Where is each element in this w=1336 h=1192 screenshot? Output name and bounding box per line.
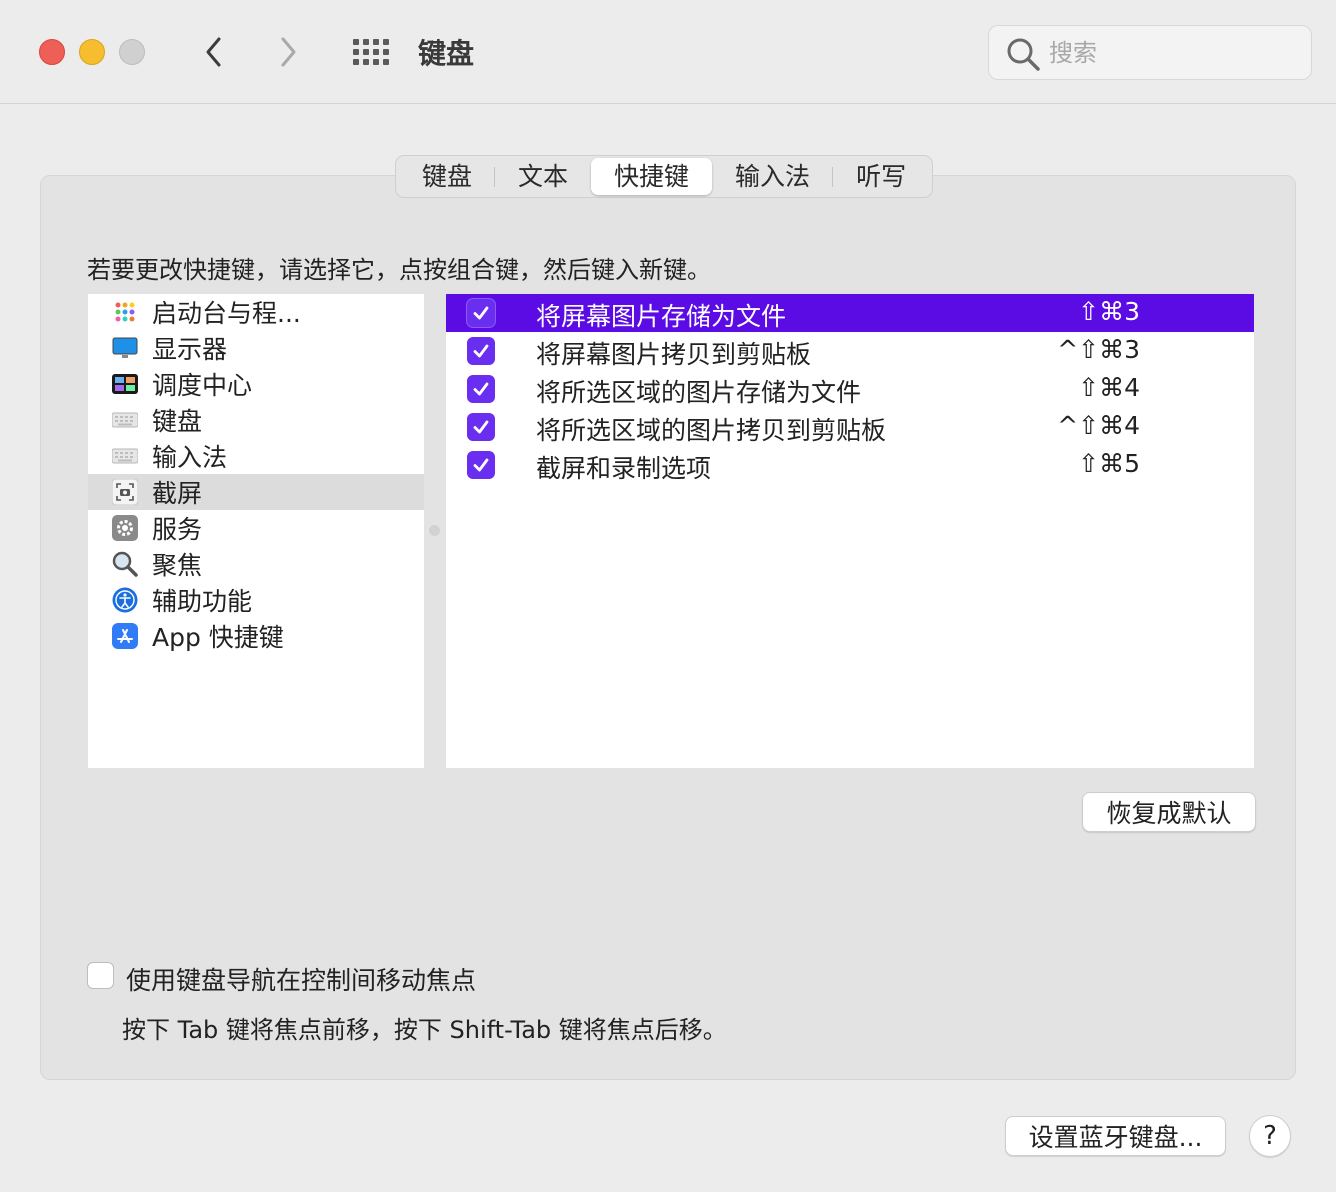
- display-icon: [112, 337, 138, 358]
- accessibility-icon: [112, 587, 138, 613]
- shortcut-keys[interactable]: ^⇧⌘4: [1057, 411, 1140, 440]
- restore-defaults-button[interactable]: 恢复成默认: [1082, 792, 1256, 832]
- split-view-divider-handle[interactable]: [429, 525, 440, 536]
- show-all-grid-icon[interactable]: [350, 36, 390, 68]
- checkmark-icon: [473, 420, 489, 434]
- checkmark-icon: [473, 344, 489, 358]
- category-label: 辅助功能: [152, 587, 253, 616]
- category-label: 截屏: [152, 479, 203, 508]
- keyboard-navigation-hint: 按下 Tab 键将焦点前移，按下 Shift-Tab 键将焦点后移。: [122, 1016, 727, 1044]
- services-gear-icon: [112, 515, 138, 541]
- shortcut-keys[interactable]: ⇧⌘4: [1078, 373, 1140, 402]
- category-label: 显示器: [152, 335, 228, 364]
- category-item-launchpad[interactable]: 启动台与程...: [88, 294, 424, 330]
- keyboard-icon: [112, 412, 138, 428]
- category-item-services[interactable]: 服务: [88, 510, 424, 546]
- category-item-screenshots[interactable]: 截屏: [88, 474, 424, 510]
- app-store-icon: [112, 623, 138, 649]
- tab-keyboard[interactable]: 键盘: [399, 158, 496, 195]
- shortcut-name: 将所选区域的图片存储为文件: [536, 378, 862, 407]
- minimize-button[interactable]: [79, 39, 105, 65]
- shortcut-name: 将屏幕图片拷贝到剪贴板: [536, 340, 812, 369]
- instruction-text: 若要更改快捷键，请选择它，点按组合键，然后键入新键。: [87, 256, 711, 284]
- close-button[interactable]: [39, 39, 65, 65]
- search-field[interactable]: [988, 25, 1312, 80]
- chevron-right-icon: [281, 37, 296, 67]
- category-item-input-sources[interactable]: 输入法: [88, 438, 424, 474]
- checkmark-icon: [473, 458, 489, 472]
- shortcut-name: 将所选区域的图片拷贝到剪贴板: [536, 416, 887, 445]
- category-list[interactable]: 启动台与程... 显示器 调度中心 键盘 输入法 截屏 服务 聚焦 辅助功能 A…: [88, 294, 424, 768]
- screenshot-icon: [112, 479, 138, 505]
- input-method-icon: [112, 448, 138, 464]
- help-button[interactable]: ?: [1249, 1115, 1291, 1157]
- launchpad-icon: [115, 302, 135, 322]
- category-item-keyboard[interactable]: 键盘: [88, 402, 424, 438]
- category-item-mission-control[interactable]: 调度中心: [88, 366, 424, 402]
- category-item-spotlight[interactable]: 聚焦: [88, 546, 424, 582]
- shortcut-row[interactable]: 将所选区域的图片拷贝到剪贴板 ^⇧⌘4: [446, 408, 1254, 446]
- category-label: 输入法: [152, 443, 228, 472]
- keyboard-navigation-label[interactable]: 使用键盘导航在控制间移动焦点: [126, 961, 476, 997]
- tab-input-sources[interactable]: 输入法: [712, 158, 834, 195]
- category-label: 键盘: [152, 407, 203, 436]
- shortcut-list[interactable]: 将屏幕图片存储为文件 ⇧⌘3 将屏幕图片拷贝到剪贴板 ^⇧⌘3 将所选区域的图片…: [446, 294, 1254, 768]
- category-label: App 快捷键: [152, 623, 284, 652]
- tab-shortcuts[interactable]: 快捷键: [591, 158, 713, 195]
- window-title: 键盘: [418, 37, 475, 70]
- zoom-button[interactable]: [119, 39, 145, 65]
- search-icon: [1007, 38, 1040, 71]
- category-item-accessibility[interactable]: 辅助功能: [88, 582, 424, 618]
- category-label: 调度中心: [152, 371, 253, 400]
- title-bar: 键盘: [0, 0, 1336, 104]
- shortcut-name: 将屏幕图片存储为文件: [536, 302, 787, 331]
- shortcut-keys[interactable]: ⇧⌘5: [1078, 449, 1140, 478]
- tab-dictation[interactable]: 听写: [833, 158, 929, 195]
- chevron-left-icon: [206, 37, 221, 67]
- shortcut-row[interactable]: 将所选区域的图片存储为文件 ⇧⌘4: [446, 370, 1254, 408]
- setup-bluetooth-keyboard-button[interactable]: 设置蓝牙键盘...: [1005, 1116, 1226, 1156]
- checkmark-icon: [473, 382, 489, 396]
- mission-control-icon: [112, 374, 138, 394]
- shortcut-checkbox[interactable]: [467, 337, 495, 365]
- shortcut-checkbox[interactable]: [467, 299, 495, 327]
- category-label: 启动台与程...: [152, 299, 301, 328]
- shortcut-row[interactable]: 将屏幕图片存储为文件 ⇧⌘3: [446, 294, 1254, 332]
- back-button[interactable]: [194, 32, 234, 72]
- shortcut-keys[interactable]: ^⇧⌘3: [1057, 335, 1140, 364]
- checkmark-icon: [473, 306, 489, 320]
- category-item-app-shortcuts[interactable]: App 快捷键: [88, 618, 424, 654]
- category-label: 聚焦: [152, 551, 203, 580]
- shortcut-name: 截屏和录制选项: [536, 454, 712, 483]
- category-label: 服务: [152, 515, 203, 544]
- shortcut-checkbox[interactable]: [467, 413, 495, 441]
- tab-bar: 键盘 文本 快捷键 输入法 听写: [395, 155, 934, 198]
- tab-text[interactable]: 文本: [495, 158, 591, 195]
- keyboard-navigation-checkbox[interactable]: [87, 962, 114, 989]
- spotlight-magnifier-icon: [112, 551, 138, 577]
- search-input[interactable]: [1049, 36, 1289, 70]
- shortcut-row[interactable]: 将屏幕图片拷贝到剪贴板 ^⇧⌘3: [446, 332, 1254, 370]
- shortcut-row[interactable]: 截屏和录制选项 ⇧⌘5: [446, 446, 1254, 484]
- shortcut-keys[interactable]: ⇧⌘3: [1078, 297, 1140, 326]
- forward-button[interactable]: [268, 32, 308, 72]
- shortcut-checkbox[interactable]: [467, 451, 495, 479]
- category-item-display[interactable]: 显示器: [88, 330, 424, 366]
- shortcut-checkbox[interactable]: [467, 375, 495, 403]
